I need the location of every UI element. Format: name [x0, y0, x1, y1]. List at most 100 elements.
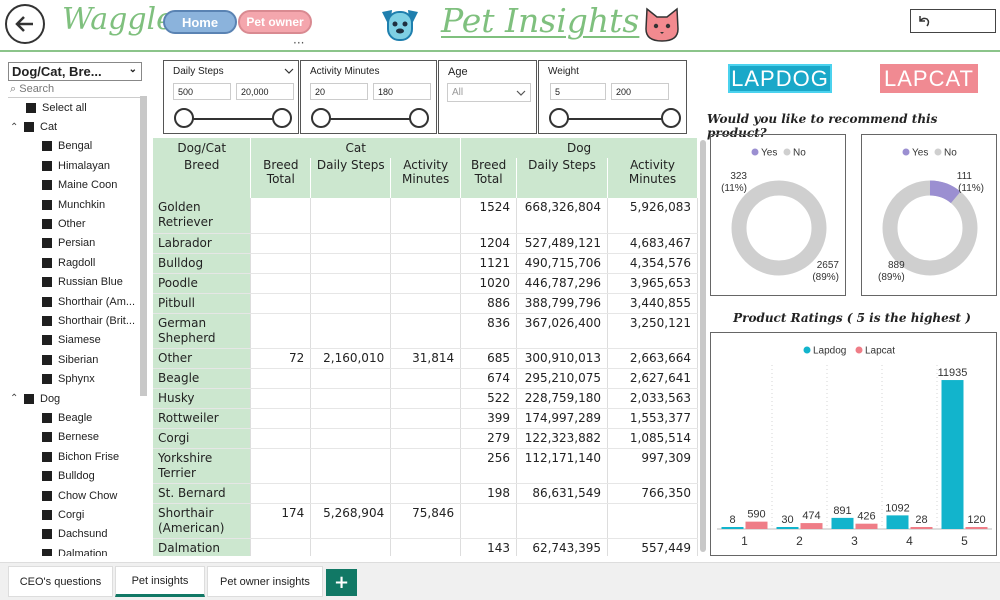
- table-scrollbar[interactable]: [700, 140, 706, 552]
- checkbox[interactable]: [42, 257, 52, 268]
- slicer-item[interactable]: Bengal: [8, 137, 148, 156]
- table-row[interactable]: German Shepherd 836 367,026,400 3,250,121: [153, 313, 698, 349]
- slicer-item[interactable]: Chow Chow: [8, 486, 148, 505]
- pet-owner-button[interactable]: Pet owner: [238, 10, 312, 34]
- slicer-item[interactable]: Select all: [8, 98, 148, 117]
- slicer-item[interactable]: Shorthair (Am...: [8, 292, 148, 311]
- table-row[interactable]: St. Bernard 198 86,631,549 766,350: [153, 483, 698, 504]
- slicer-item[interactable]: Shorthair (Brit...: [8, 311, 148, 330]
- slicer-dropdown[interactable]: Dog/Cat, Bre... ⌄: [8, 62, 142, 81]
- slicer-item[interactable]: Other: [8, 214, 148, 233]
- table-row[interactable]: Other 72 2,160,010 31,814 685 300,910,013 2,66…: [153, 348, 698, 369]
- slicer-search-input[interactable]: ⌕ Search: [8, 83, 142, 98]
- bar-lapcat[interactable]: [800, 523, 823, 529]
- daily-steps-min-handle[interactable]: [174, 108, 194, 128]
- activity-minutes-min-handle[interactable]: [311, 108, 331, 128]
- checkbox[interactable]: [26, 102, 36, 113]
- slicer-item[interactable]: ⌃ Dog: [8, 389, 148, 408]
- bar-lapcat[interactable]: [745, 521, 768, 529]
- activity-minutes-min-input[interactable]: 20: [310, 83, 368, 100]
- undo-button[interactable]: [910, 9, 996, 33]
- checkbox[interactable]: [42, 432, 52, 443]
- donut-slice-no[interactable]: [882, 180, 978, 276]
- checkbox[interactable]: [42, 219, 52, 230]
- slicer-item[interactable]: Russian Blue: [8, 273, 148, 292]
- checkbox[interactable]: [42, 529, 52, 540]
- checkbox[interactable]: [42, 471, 52, 482]
- checkbox[interactable]: [42, 180, 52, 191]
- checkbox[interactable]: [42, 315, 52, 326]
- slicer-item[interactable]: Beagle: [8, 408, 148, 427]
- bar-lapdog[interactable]: [941, 380, 964, 529]
- slicer-item[interactable]: Bulldog: [8, 466, 148, 485]
- donut-slice-no[interactable]: [731, 180, 827, 276]
- add-page-button[interactable]: +: [326, 569, 357, 596]
- checkbox[interactable]: [42, 141, 52, 152]
- home-button[interactable]: Home: [163, 10, 237, 34]
- checkbox[interactable]: [24, 393, 34, 404]
- daily-steps-max-input[interactable]: 20,000: [236, 83, 294, 100]
- table-row[interactable]: Husky 522 228,759,180 2,033,563: [153, 388, 698, 409]
- slicer-item[interactable]: Munchkin: [8, 195, 148, 214]
- checkbox[interactable]: [42, 490, 52, 501]
- bar-lapdog[interactable]: [721, 527, 744, 529]
- table-row[interactable]: Dalmation 143 62,743,395 557,449: [153, 538, 698, 556]
- slicer-item[interactable]: Corgi: [8, 505, 148, 524]
- checkbox[interactable]: [42, 296, 52, 307]
- slicer-item[interactable]: Ragdoll: [8, 253, 148, 272]
- slicer-item[interactable]: Bichon Frise: [8, 447, 148, 466]
- weight-min-handle[interactable]: [549, 108, 569, 128]
- collapse-caret-icon[interactable]: ⌃: [10, 393, 24, 404]
- checkbox[interactable]: [42, 548, 52, 556]
- slicer-item[interactable]: Dalmation: [8, 544, 148, 556]
- slicer-item[interactable]: Siberian: [8, 350, 148, 369]
- age-dropdown[interactable]: All: [447, 83, 531, 102]
- bar-lapcat[interactable]: [855, 523, 878, 529]
- weight-min-input[interactable]: 5: [550, 83, 606, 100]
- tab-pet-owner-insights[interactable]: Pet owner insights: [207, 566, 323, 597]
- table-row[interactable]: Pitbull 886 388,799,796 3,440,855: [153, 293, 698, 314]
- slicer-item[interactable]: Himalayan: [8, 156, 148, 175]
- checkbox[interactable]: [42, 354, 52, 365]
- checkbox[interactable]: [42, 509, 52, 520]
- more-options-icon[interactable]: ···: [293, 36, 304, 50]
- bar-lapdog[interactable]: [776, 527, 799, 529]
- checkbox[interactable]: [42, 335, 52, 346]
- daily-steps-max-handle[interactable]: [272, 108, 292, 128]
- table-row[interactable]: Beagle 674 295,210,075 2,627,641: [153, 368, 698, 389]
- table-row[interactable]: Rottweiler 399 174,997,289 1,553,377: [153, 408, 698, 429]
- chevron-down-icon[interactable]: [284, 67, 294, 75]
- slicer-item[interactable]: Bernese: [8, 428, 148, 447]
- table-row[interactable]: Shorthair (American) 174 5,268,904 75,846: [153, 503, 698, 539]
- collapse-caret-icon[interactable]: ⌃: [10, 122, 24, 133]
- weight-max-handle[interactable]: [661, 108, 681, 128]
- activity-minutes-max-handle[interactable]: [409, 108, 429, 128]
- slicer-scrollbar[interactable]: [140, 96, 147, 396]
- bar-lapdog[interactable]: [831, 517, 854, 529]
- tab-pet-insights[interactable]: Pet insights: [115, 566, 205, 597]
- tab-ceo-questions[interactable]: CEO's questions: [8, 566, 113, 597]
- table-row[interactable]: Labrador 1204 527,489,121 4,683,467: [153, 233, 698, 254]
- checkbox[interactable]: [42, 238, 52, 249]
- checkbox[interactable]: [42, 277, 52, 288]
- table-row[interactable]: Bulldog 1121 490,715,706 4,354,576: [153, 253, 698, 274]
- bar-lapcat[interactable]: [910, 527, 933, 529]
- checkbox[interactable]: [42, 412, 52, 423]
- slicer-item[interactable]: Maine Coon: [8, 176, 148, 195]
- table-row[interactable]: Poodle 1020 446,787,296 3,965,653: [153, 273, 698, 294]
- bar-lapdog[interactable]: [886, 515, 909, 529]
- bar-lapcat[interactable]: [965, 527, 988, 529]
- activity-minutes-max-input[interactable]: 180: [373, 83, 431, 100]
- table-row[interactable]: Corgi 279 122,323,882 1,085,514: [153, 428, 698, 449]
- checkbox[interactable]: [42, 451, 52, 462]
- checkbox[interactable]: [42, 160, 52, 171]
- checkbox[interactable]: [42, 374, 52, 385]
- slicer-item[interactable]: Siamese: [8, 331, 148, 350]
- checkbox[interactable]: [24, 122, 34, 133]
- back-button[interactable]: [5, 4, 45, 44]
- checkbox[interactable]: [42, 199, 52, 210]
- slicer-item[interactable]: Sphynx: [8, 369, 148, 388]
- table-row[interactable]: Golden Retriever 1524 668,326,804 5,926,083: [153, 198, 698, 234]
- slicer-item[interactable]: Dachsund: [8, 525, 148, 544]
- slicer-item[interactable]: ⌃ Cat: [8, 117, 148, 136]
